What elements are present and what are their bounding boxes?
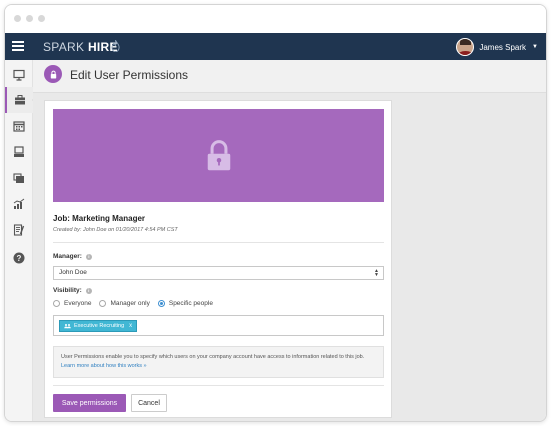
briefcase-icon bbox=[15, 95, 25, 105]
job-created-by: Created by: John Doe on 01/20/2017 4:54 … bbox=[53, 227, 178, 233]
visibility-radio-group: Everyone Manager only Specific people bbox=[53, 300, 221, 307]
lock-icon bbox=[44, 65, 62, 83]
tag-label: Executive Recruiting bbox=[74, 323, 125, 329]
tag-chip[interactable]: Executive Recruiting x bbox=[59, 320, 138, 332]
presentation-icon bbox=[13, 69, 25, 81]
browser-window: SPARK HIRE James Spark ▼ ? Edit User Per… bbox=[4, 4, 547, 422]
visibility-label: Visibility: i bbox=[53, 287, 92, 294]
window-close-dot[interactable] bbox=[14, 15, 21, 22]
divider bbox=[53, 242, 384, 243]
info-box: User Permissions enable you to specify w… bbox=[53, 346, 384, 378]
top-navbar: SPARK HIRE James Spark ▼ bbox=[5, 33, 546, 60]
info-icon[interactable]: i bbox=[85, 253, 92, 260]
window-minimize-dot[interactable] bbox=[26, 15, 33, 22]
menu-icon[interactable] bbox=[12, 41, 24, 51]
sidebar-item-reports[interactable] bbox=[5, 191, 33, 217]
sidebar-item-forms[interactable] bbox=[5, 217, 33, 243]
info-icon[interactable]: i bbox=[85, 287, 92, 294]
avatar[interactable] bbox=[456, 38, 475, 56]
manager-label: Manager: i bbox=[53, 253, 92, 260]
sidebar-item-interviews[interactable] bbox=[5, 139, 33, 165]
job-title: Job: Marketing Manager bbox=[53, 214, 146, 223]
radio-manager-only[interactable] bbox=[99, 300, 107, 307]
brand-word-spark: SPARK bbox=[43, 40, 85, 54]
manager-select-value: John Doe bbox=[59, 269, 87, 276]
lock-icon bbox=[207, 140, 230, 171]
folders-icon bbox=[13, 173, 24, 183]
visibility-option-label: Everyone bbox=[64, 300, 92, 307]
visibility-option-everyone[interactable]: Everyone bbox=[53, 300, 91, 307]
radio-specific-people[interactable] bbox=[157, 300, 165, 307]
bar-chart-icon bbox=[13, 198, 25, 209]
user-menu[interactable]: James Spark ▼ bbox=[456, 37, 538, 57]
job-banner bbox=[53, 109, 384, 202]
sidebar-item-library[interactable] bbox=[5, 165, 33, 191]
window-maximize-dot[interactable] bbox=[38, 15, 45, 22]
page-title: Edit User Permissions bbox=[70, 68, 189, 82]
sidebar: ? bbox=[5, 60, 33, 421]
visibility-option-manager-only[interactable]: Manager only bbox=[99, 300, 150, 307]
chevron-down-icon[interactable]: ▼ bbox=[532, 44, 538, 50]
save-permissions-button[interactable]: Save permissions bbox=[53, 394, 126, 412]
info-text: User Permissions enable you to specify w… bbox=[61, 354, 365, 360]
visibility-label-text: Visibility: bbox=[53, 287, 82, 294]
select-arrows-icon: ▲ ▼ bbox=[374, 268, 379, 278]
page-header: Edit User Permissions bbox=[33, 60, 546, 93]
visibility-option-specific-people[interactable]: Specific people bbox=[157, 300, 213, 307]
main-content: Edit User Permissions Job: Marketing Man… bbox=[33, 60, 546, 421]
permissions-card: Job: Marketing Manager Created by: John … bbox=[44, 100, 392, 418]
svg-text:?: ? bbox=[17, 254, 22, 263]
visibility-option-label: Specific people bbox=[168, 300, 213, 307]
learn-more-link[interactable]: Learn more about how this works » bbox=[61, 363, 147, 369]
monitor-icon bbox=[14, 146, 24, 157]
visibility-option-label: Manager only bbox=[110, 300, 150, 307]
radio-everyone[interactable] bbox=[53, 300, 60, 307]
manager-select[interactable]: John Doe ▲ ▼ bbox=[53, 266, 384, 280]
brand-logo[interactable]: SPARK HIRE bbox=[43, 40, 118, 54]
users-group-icon bbox=[64, 324, 71, 329]
calendar-icon bbox=[13, 121, 25, 132]
divider bbox=[53, 385, 384, 386]
window-titlebar bbox=[5, 5, 546, 33]
cancel-button[interactable]: Cancel bbox=[131, 394, 167, 412]
edit-list-icon bbox=[13, 224, 25, 236]
help-circle-icon: ? bbox=[13, 252, 25, 264]
user-name: James Spark bbox=[479, 42, 527, 52]
people-tag-input[interactable]: Executive Recruiting x bbox=[53, 315, 384, 336]
sidebar-item-help[interactable]: ? bbox=[5, 245, 33, 271]
manager-label-text: Manager: bbox=[53, 253, 82, 260]
close-icon[interactable]: x bbox=[129, 323, 132, 329]
sidebar-item-presentations[interactable] bbox=[5, 62, 33, 88]
sidebar-item-calendar[interactable] bbox=[5, 113, 33, 139]
flame-icon bbox=[111, 40, 120, 52]
sidebar-item-jobs[interactable] bbox=[5, 87, 33, 113]
